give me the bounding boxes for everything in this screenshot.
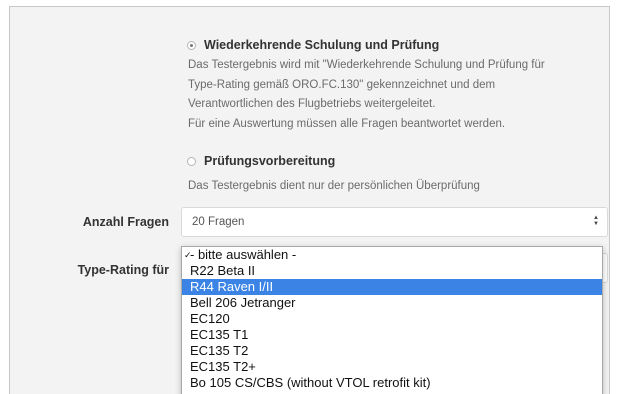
recurring-description-line: Für eine Auswertung müssen alle Fragen b… xyxy=(188,117,506,130)
recurring-description-line: Verantwortlichen des Flugbetriebs weiter… xyxy=(188,98,436,110)
dropdown-option-highlighted[interactable]: R44 Raven I/II xyxy=(182,279,602,295)
dropdown-option[interactable]: EC135 T1 xyxy=(182,327,602,343)
radio-option-prep[interactable]: Prüfungsvorbereitung xyxy=(187,154,335,168)
dropdown-option[interactable]: EC135 T2 xyxy=(182,343,602,359)
form-panel: Wiederkehrende Schulung und Prüfung Das … xyxy=(9,6,610,394)
type-rating-label: Type-Rating für xyxy=(77,263,169,277)
anzahl-fragen-value: 20 Fragen xyxy=(192,216,245,228)
dropdown-option[interactable]: EC135 T2+ xyxy=(182,359,602,375)
dropdown-option[interactable]: R22 Beta II xyxy=(182,263,602,279)
radio-option-recurring[interactable]: Wiederkehrende Schulung und Prüfung xyxy=(187,38,439,52)
prep-description: Das Testergebnis dient nur der persönlic… xyxy=(188,180,480,192)
radio-label-prep: Prüfungsvorbereitung xyxy=(204,154,336,168)
recurring-description: Das Testergebnis wird mit "Wiederkehrend… xyxy=(188,56,545,134)
anzahl-fragen-label: Anzahl Fragen xyxy=(82,215,169,229)
dropdown-option[interactable]: Bell 206 Jetranger xyxy=(182,295,602,311)
dropdown-option[interactable]: EC120 xyxy=(182,311,602,327)
radio-label-recurring: Wiederkehrende Schulung und Prüfung xyxy=(204,38,440,52)
dropdown-option[interactable]: ✓ - bitte auswählen - xyxy=(182,247,602,263)
anzahl-fragen-select[interactable]: 20 Fragen ▲ ▼ xyxy=(181,207,608,237)
recurring-description-line: Das Testergebnis wird mit "Wiederkehrend… xyxy=(188,59,545,71)
radio-unchecked-icon[interactable] xyxy=(187,156,196,166)
dropdown-option-label: - bitte auswählen - xyxy=(190,247,297,262)
type-rating-dropdown[interactable]: ✓ - bitte auswählen - R22 Beta II R44 Ra… xyxy=(181,246,603,394)
select-arrows-icon: ▲ ▼ xyxy=(593,215,599,227)
dropdown-option[interactable]: Bo 105 CS/CBS (without VTOL retrofit kit… xyxy=(182,375,602,391)
checkmark-icon: ✓ xyxy=(184,250,192,260)
recurring-description-line: Type-Rating gemäß ORO.FC.130" gekennzeic… xyxy=(188,78,496,91)
radio-checked-icon[interactable] xyxy=(187,40,196,50)
